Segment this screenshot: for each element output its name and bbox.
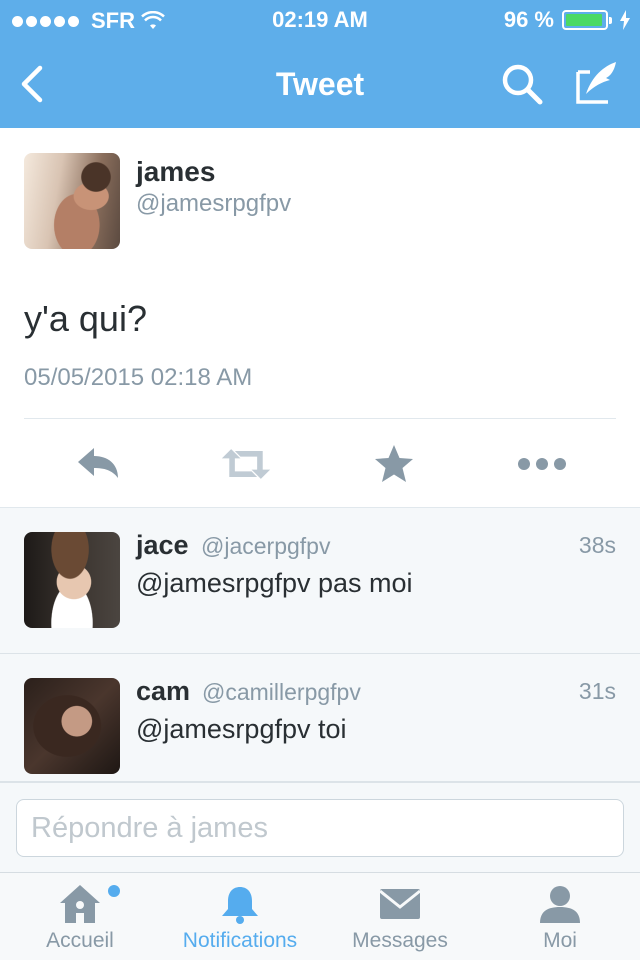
tab-label: Messages [352,929,448,952]
retweet-icon [221,449,271,479]
tab-bar: Accueil Notifications Messages Moi [0,872,640,960]
bell-icon [222,887,258,924]
tweet-actions [0,420,640,508]
reply-button[interactable] [72,438,124,490]
avatar[interactable] [24,153,120,249]
author-handle[interactable]: @jamesrpgfpv [136,190,291,218]
tab-label: Notifications [182,929,298,952]
tab-messages[interactable]: Messages [320,873,480,960]
avatar[interactable] [24,678,120,774]
favorite-icon [375,445,413,482]
reply-time: 38s [578,532,616,558]
author-name[interactable]: james [136,156,215,188]
reply-author-handle: @camillerpgfpv [202,679,361,705]
reply-input[interactable] [16,799,624,857]
notification-dot [108,885,120,897]
tweet-detail: james @jamesrpgfpv y'a qui? 05/05/2015 0… [0,128,640,508]
tab-notifications[interactable]: Notifications [160,873,320,960]
divider [24,418,616,419]
reply-item[interactable]: jace @jacerpgfpv 38s @jamesrpgfpv pas mo… [0,508,640,654]
compose-tweet-icon [576,62,616,104]
nav-bar: Tweet [0,40,640,128]
charging-icon [620,10,630,30]
reply-author-name: jace [136,530,189,560]
status-bar: SFR 02:19 AM 96 % [0,0,640,40]
reply-item[interactable]: cam @camillerpgfpv 31s @jamesrpgfpv toi [0,654,640,782]
more-button[interactable] [516,438,568,490]
reply-icon [78,448,118,478]
avatar[interactable] [24,532,120,628]
tweet-text: y'a qui? [24,298,147,339]
tab-accueil[interactable]: Accueil [0,873,160,960]
reply-composer [0,782,640,872]
reply-text: @jamesrpgfpv toi [136,714,347,744]
search-icon [502,64,543,105]
tab-label: Accueil [46,929,114,952]
reply-time: 31s [578,678,616,704]
reply-author-name: cam [136,676,191,706]
tweet-timestamp: 05/05/2015 02:18 AM [24,364,253,391]
reply-text: @jamesrpgfpv pas moi [136,568,413,598]
more-icon [518,458,566,470]
header: SFR 02:19 AM 96 % Tweet [0,0,640,128]
retweet-button[interactable] [220,438,272,490]
favorite-button[interactable] [368,438,420,490]
status-right: 96 % [504,7,630,33]
battery-icon [562,10,612,30]
battery-percent: 96 % [503,7,554,32]
compose-button[interactable] [572,58,622,108]
home-icon [60,885,100,923]
person-icon [540,886,580,923]
envelope-icon [379,889,421,919]
tab-moi[interactable]: Moi [480,873,640,960]
search-button[interactable] [498,60,546,108]
tab-label: Moi [543,929,577,952]
reply-author-handle: @jacerpgfpv [201,533,331,559]
battery-level [566,14,603,26]
